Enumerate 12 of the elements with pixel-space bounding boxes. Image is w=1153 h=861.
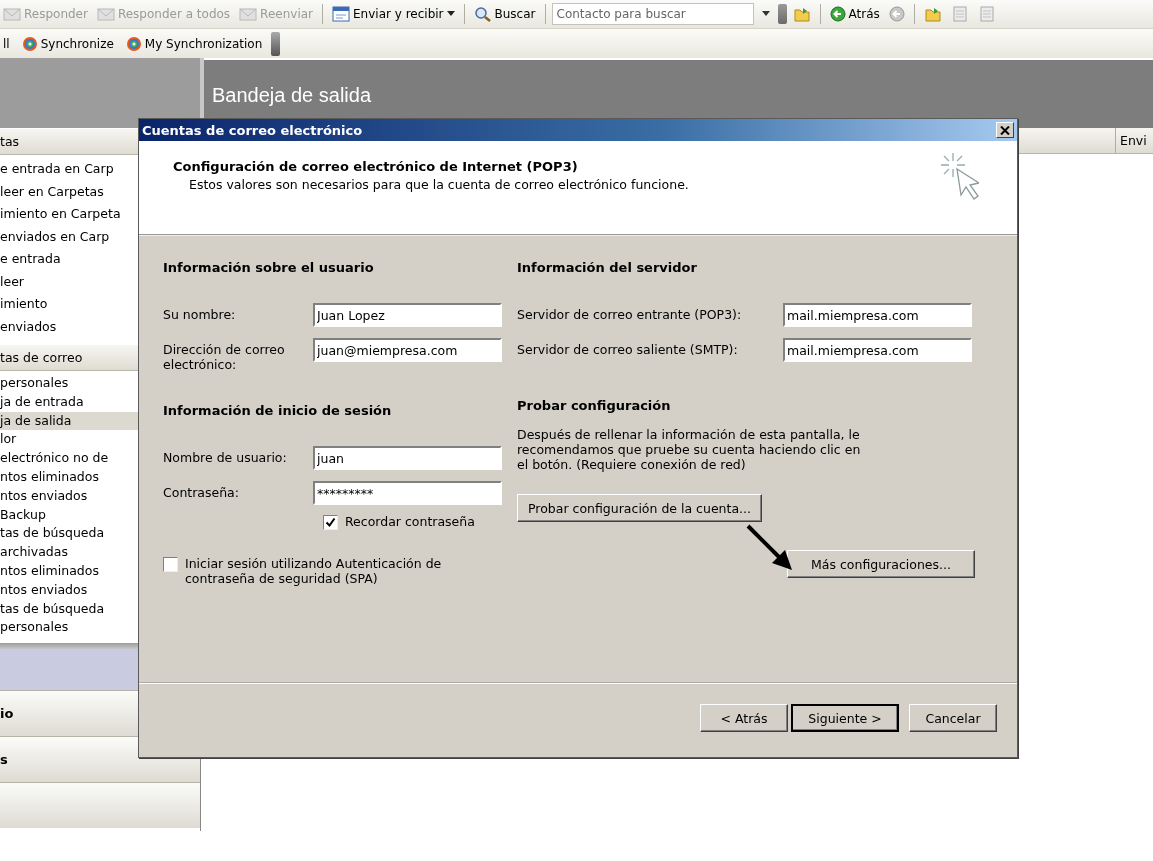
field-label: Nombre de usuario: — [163, 449, 288, 465]
pane-title: Bandeja de salida — [212, 83, 371, 107]
header-subtitle: Estos valores son necesarios para que la cuenta de correo electrónico funcione. — [188, 177, 689, 192]
field-label: Contraseña: — [163, 484, 240, 500]
field-label: Su nombre: — [163, 306, 237, 322]
description-text: Después de rellenar la información de esta pantalla, le recomendamos que pruebe su cuenta haciendo clic en el botón. (Requiere conexión de red) — [517, 427, 862, 472]
field-label: Servidor de correo saliente (SMTP): — [517, 341, 739, 357]
section-heading: Información sobre el usuario — [163, 260, 375, 275]
field-label: Servidor de correo entrante (POP3): — [517, 306, 743, 322]
section-heading: Probar configuración — [517, 398, 672, 413]
header-title: Configuración de correo electrónico de Internet (POP3) — [173, 159, 579, 174]
section-heading: Información del servidor — [517, 260, 698, 275]
